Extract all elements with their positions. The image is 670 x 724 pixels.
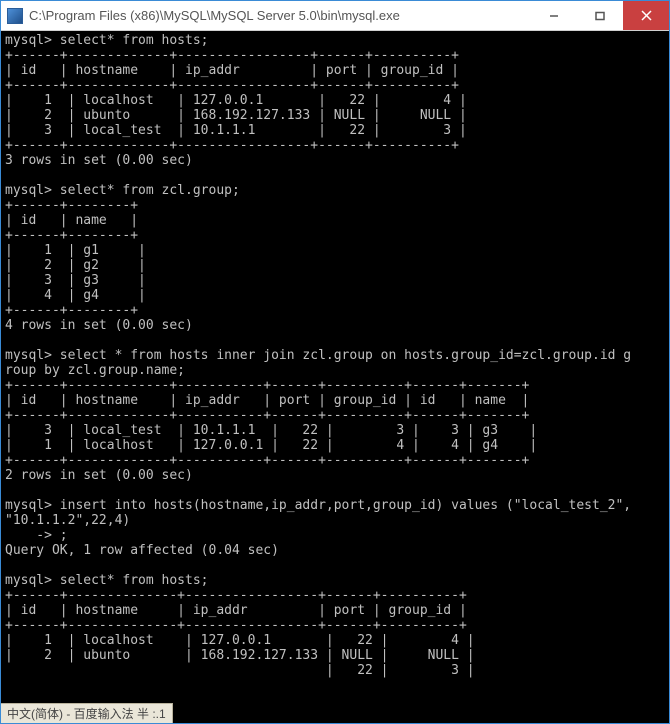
minimize-button[interactable] [531,1,577,30]
cmd-icon [7,8,23,24]
maximize-button[interactable] [577,1,623,30]
ime-status-bar[interactable]: 中文(简体) - 百度输入法 半 :.1 [1,703,173,723]
title-bar[interactable]: C:\Program Files (x86)\MySQL\MySQL Serve… [1,1,669,31]
window-buttons [531,1,669,30]
app-window: C:\Program Files (x86)\MySQL\MySQL Serve… [0,0,670,724]
close-button[interactable] [623,1,669,30]
terminal-output[interactable]: mysql> select* from hosts; +------+-----… [1,31,669,723]
window-title: C:\Program Files (x86)\MySQL\MySQL Serve… [29,8,531,23]
